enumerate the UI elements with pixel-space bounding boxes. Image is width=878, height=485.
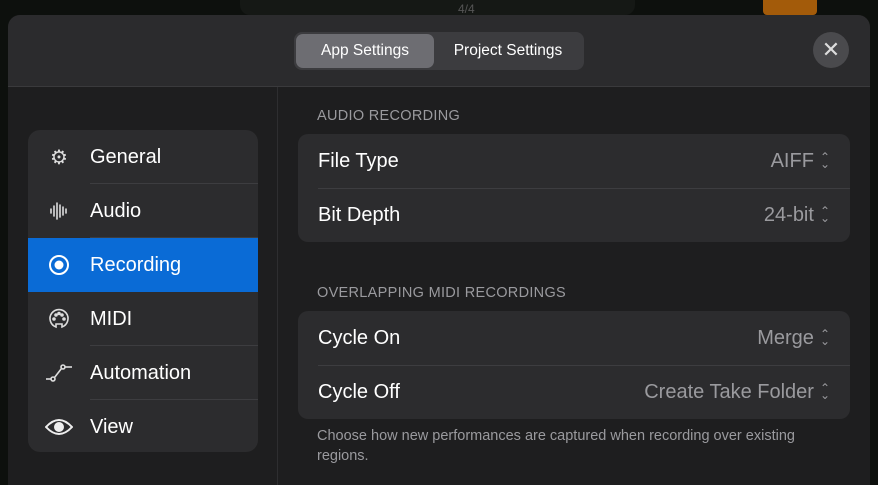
chevron-updown-icon: ⌃ ⌄ — [819, 204, 830, 225]
settings-modal: App Settings Project Settings ✕ ⚙ General… — [8, 15, 870, 485]
automation-icon — [28, 362, 90, 384]
sidebar-item-label: View — [90, 415, 133, 438]
sidebar-item-label: Recording — [90, 253, 182, 276]
cycle-off-row[interactable]: Cycle Off Create Take Folder ⌃ ⌄ — [298, 365, 850, 419]
cycle-on-value: Merge — [757, 326, 814, 349]
cycle-off-value: Create Take Folder — [644, 380, 814, 403]
row-label: Cycle On — [318, 326, 401, 349]
sidebar-item-label: General — [90, 145, 162, 168]
tab-project-settings[interactable]: Project Settings — [434, 34, 582, 68]
waveform-icon — [28, 201, 90, 221]
divider — [277, 87, 278, 485]
midi-recordings-group: Cycle On Merge ⌃ ⌄ Cycle Off Create Take Fol… — [298, 311, 850, 419]
sidebar-item-label: Audio — [90, 199, 142, 222]
toolbar-orange-button[interactable] — [763, 0, 817, 15]
time-signature: 4/4 — [458, 2, 475, 16]
row-label: File Type — [318, 149, 399, 172]
sidebar-item-midi[interactable]: MIDI — [28, 292, 258, 346]
midi-port-icon — [28, 308, 90, 330]
sidebar-item-automation[interactable]: Automation — [28, 346, 258, 400]
row-label: Cycle Off — [318, 380, 400, 403]
modal-header: App Settings Project Settings ✕ — [8, 15, 870, 87]
close-button[interactable]: ✕ — [813, 32, 849, 68]
settings-segmented-control: App Settings Project Settings — [294, 32, 584, 70]
settings-sidebar: ⚙ General Audio Recording MIDI Automation… — [28, 130, 258, 452]
sidebar-item-view[interactable]: View — [28, 400, 258, 452]
chevron-updown-icon: ⌃ ⌄ — [819, 381, 830, 402]
cycle-on-row[interactable]: Cycle On Merge ⌃ ⌄ — [298, 311, 850, 365]
bit-depth-value: 24-bit — [763, 203, 814, 226]
row-label: Bit Depth — [318, 203, 401, 226]
bit-depth-row[interactable]: Bit Depth 24-bit ⌃ ⌄ — [298, 188, 850, 242]
sidebar-item-recording[interactable]: Recording — [28, 238, 258, 292]
tab-app-settings[interactable]: App Settings — [296, 34, 434, 68]
lcd-display: 4/4 — [240, 0, 635, 16]
chevron-updown-icon: ⌃ ⌄ — [819, 327, 830, 348]
midi-recordings-note: Choose how new performances are captured… — [317, 428, 795, 464]
gear-icon: ⚙ — [50, 146, 68, 169]
sidebar-item-label: Automation — [90, 361, 192, 384]
chevron-updown-icon: ⌃ ⌄ — [819, 150, 830, 171]
section-title-audio-recording: AUDIO RECORDING — [317, 108, 461, 124]
sidebar-item-audio[interactable]: Audio — [28, 184, 258, 238]
record-icon — [28, 254, 90, 276]
file-type-row[interactable]: File Type AIFF ⌃ ⌄ — [298, 134, 850, 188]
eye-icon — [28, 417, 90, 437]
section-title-midi: OVERLAPPING MIDI RECORDINGS — [317, 285, 566, 301]
sidebar-item-general[interactable]: ⚙ General — [28, 130, 258, 184]
audio-recording-group: File Type AIFF ⌃ ⌄ Bit Depth 24-bit ⌃ ⌄ — [298, 134, 850, 242]
file-type-value: AIFF — [770, 149, 814, 172]
sidebar-item-label: MIDI — [90, 307, 133, 330]
background-app-toolbar: 4/4 — [0, 0, 878, 16]
close-icon: ✕ — [821, 37, 841, 62]
